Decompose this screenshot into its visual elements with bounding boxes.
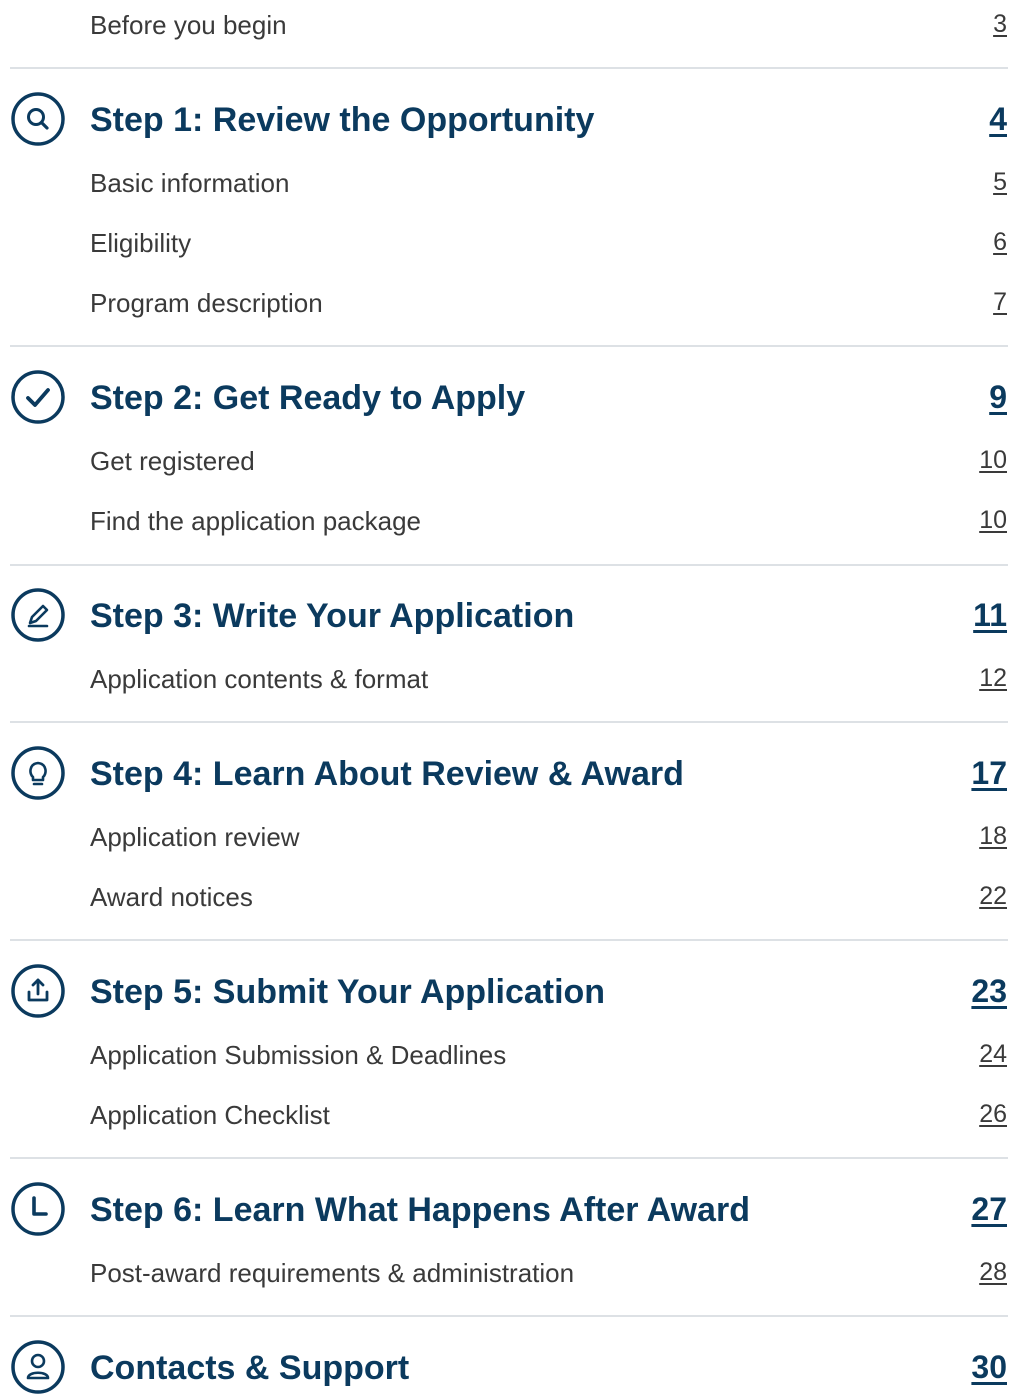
section-divider	[10, 67, 1008, 69]
toc-item-page-link[interactable]: 22	[979, 882, 1007, 911]
toc-item-page-link[interactable]: 12	[979, 664, 1007, 693]
toc-item-label: Award notices	[90, 882, 253, 912]
clock-icon	[11, 1182, 65, 1236]
section-divider	[10, 345, 1008, 347]
toc-item-label: Find the application package	[90, 506, 422, 536]
checkmark-icon	[11, 370, 65, 424]
section-divider	[10, 939, 1008, 941]
toc-item-label: Post-award requirements & administration	[90, 1258, 575, 1288]
toc-item-label: Application contents & format	[90, 664, 429, 694]
section-divider	[10, 1157, 1008, 1159]
step-page-link[interactable]: 9	[989, 379, 1007, 416]
toc-item-page-link[interactable]: 26	[979, 1100, 1007, 1129]
step-page-link[interactable]: 11	[973, 597, 1007, 634]
toc-item-page-link[interactable]: 28	[979, 1258, 1007, 1287]
pencil-icon	[11, 588, 65, 642]
step-title: Step 5: Submit Your Application	[90, 973, 606, 1011]
section-divider	[10, 564, 1008, 566]
step-page-link[interactable]: 23	[971, 973, 1007, 1010]
section-divider	[10, 721, 1008, 723]
lightbulb-icon	[11, 746, 65, 800]
toc-item-page-link[interactable]: 10	[979, 446, 1007, 475]
step-title: Contacts & Support	[90, 1349, 410, 1387]
toc-item-label: Application review	[90, 822, 300, 852]
toc-item-page-link[interactable]: 10	[979, 506, 1007, 535]
toc-item-page-link[interactable]: 5	[993, 168, 1007, 197]
toc-item-label: Application Checklist	[90, 1100, 330, 1130]
toc-item-label: Before you begin	[90, 10, 287, 40]
toc-item-page-link[interactable]: 6	[993, 228, 1007, 257]
toc-item-page-link[interactable]: 18	[979, 822, 1007, 851]
toc-item-label: Program description	[90, 288, 323, 318]
toc-item-label: Application Submission & Deadlines	[90, 1040, 507, 1070]
step-page-link[interactable]: 4	[989, 101, 1007, 138]
step-title: Step 2: Get Ready to Apply	[90, 379, 526, 417]
step-title: Step 6: Learn What Happens After Award	[90, 1191, 750, 1229]
toc-item-label: Get registered	[90, 446, 255, 476]
person-icon	[11, 1340, 65, 1394]
step-title: Step 4: Learn About Review & Award	[90, 755, 684, 793]
step-page-link[interactable]: 30	[971, 1349, 1007, 1386]
toc-item-page-link[interactable]: 24	[979, 1040, 1007, 1069]
step-page-link[interactable]: 27	[971, 1191, 1007, 1228]
step-title: Step 3: Write Your Application	[90, 597, 575, 635]
toc-item-page-link[interactable]: 7	[993, 288, 1007, 317]
step-title: Step 1: Review the Opportunity	[90, 101, 595, 139]
step-page-link[interactable]: 17	[971, 755, 1007, 792]
toc-item-label: Basic information	[90, 168, 290, 198]
upload-icon	[11, 964, 65, 1018]
toc-item-label: Eligibility	[90, 228, 192, 258]
section-divider	[10, 1315, 1008, 1317]
search-icon	[11, 92, 65, 146]
toc-item-page-link[interactable]: 3	[993, 10, 1007, 39]
